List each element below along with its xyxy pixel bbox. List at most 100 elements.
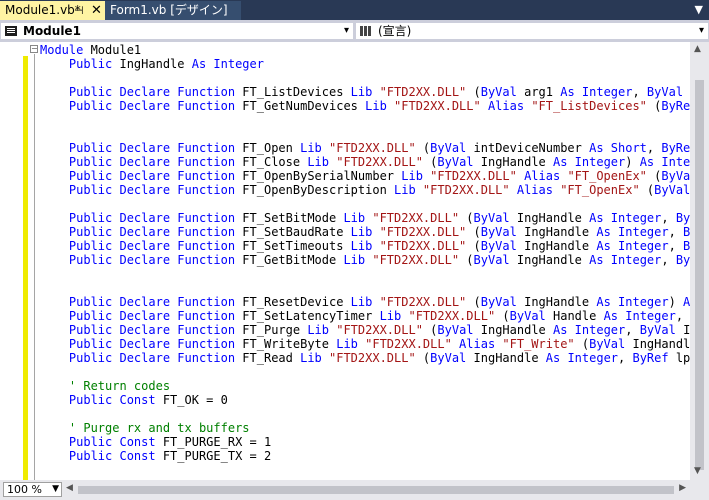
code-token: Alias bbox=[451, 337, 503, 351]
code-token: ByVal bbox=[437, 155, 481, 169]
horizontal-scroll-thumb[interactable] bbox=[78, 486, 674, 494]
scroll-right-icon[interactable]: ▶ bbox=[679, 483, 686, 493]
code-line[interactable]: ' Purge rx and tx buffers bbox=[40, 421, 250, 435]
code-token: lpszB bbox=[675, 351, 690, 365]
code-line[interactable]: Public Declare Function FT_SetBaudRate L… bbox=[40, 225, 690, 239]
code-token: ( bbox=[574, 337, 590, 351]
code-token: ByVal bbox=[675, 211, 690, 225]
code-editor[interactable]: − Module Module1 Public IngHandle As Int… bbox=[0, 42, 690, 480]
code-token: "FT_Write" bbox=[502, 337, 575, 351]
code-line[interactable]: Module Module1 bbox=[40, 43, 141, 57]
code-token: FT_Read bbox=[242, 351, 301, 365]
code-token: Alias bbox=[509, 183, 561, 197]
pin-icon[interactable]: ⊣ bbox=[74, 1, 84, 20]
code-token: ) bbox=[668, 295, 684, 309]
code-token: ByVal bbox=[509, 309, 553, 323]
code-token: "FTD2XX.DLL" bbox=[408, 309, 496, 323]
code-token: Module1 bbox=[90, 43, 142, 57]
code-line[interactable]: Public Declare Function FT_GetNumDevices… bbox=[40, 99, 690, 113]
code-line[interactable]: Public Declare Function FT_Purge Lib "FT… bbox=[40, 323, 690, 337]
code-token: FT_Close bbox=[242, 155, 308, 169]
code-token: "FTD2XX.DLL" bbox=[379, 239, 467, 253]
code-token: FT_Purge bbox=[242, 323, 308, 337]
code-token: ( bbox=[495, 309, 510, 323]
code-token: Lib bbox=[379, 309, 409, 323]
code-token: ( bbox=[646, 99, 662, 113]
code-token: Public Declare Function bbox=[40, 225, 243, 239]
tab-overflow-icon[interactable]: ▼ bbox=[695, 3, 703, 16]
code-token: ByVal bbox=[654, 183, 690, 197]
code-token: FT_ResetDevice bbox=[242, 295, 351, 309]
tab-module1[interactable]: Module1.vb* ⊣ ✕ bbox=[0, 1, 105, 22]
code-token: "FTD2XX.DLL" bbox=[394, 99, 481, 113]
code-line[interactable]: Public Declare Function FT_SetLatencyTim… bbox=[40, 309, 690, 323]
code-token: "FTD2XX.DLL" bbox=[336, 323, 423, 337]
code-token: ( bbox=[459, 211, 474, 225]
tab-module1-label: Module1.vb* bbox=[5, 3, 81, 17]
code-line[interactable]: Public IngHandle As Integer bbox=[40, 57, 264, 71]
code-token: ( bbox=[422, 323, 438, 337]
code-token: As Short bbox=[589, 141, 647, 155]
code-token: Lib bbox=[350, 85, 380, 99]
code-line[interactable]: Public Declare Function FT_OpenByDescrip… bbox=[40, 183, 690, 197]
code-token: , bbox=[632, 85, 647, 99]
horizontal-scrollbar[interactable]: ◀ ▶ bbox=[66, 482, 686, 498]
code-token: , bbox=[668, 239, 684, 253]
code-token: Public Declare Function bbox=[40, 183, 243, 197]
code-line[interactable]: Public Declare Function FT_GetBitMode Li… bbox=[40, 253, 690, 267]
code-line[interactable]: Public Const FT_OK = 0 bbox=[40, 393, 228, 407]
chevron-down-icon: ▾ bbox=[698, 25, 704, 36]
code-token: Public Const bbox=[40, 393, 163, 407]
code-token: FT_PURGE_TX = 2 bbox=[162, 449, 272, 463]
scroll-down-icon[interactable]: ▼ bbox=[694, 466, 701, 476]
close-icon[interactable]: ✕ bbox=[91, 1, 102, 20]
code-token: "FTD2XX.DLL" bbox=[365, 337, 452, 351]
code-token: IngHandle A bbox=[632, 337, 690, 351]
member-dropdown[interactable]: (宣言) ▾ bbox=[355, 22, 709, 40]
code-line[interactable]: Public Declare Function FT_SetBitMode Li… bbox=[40, 211, 690, 225]
vertical-scrollbar[interactable]: ▲ ▼ bbox=[690, 42, 709, 480]
code-token: Lib bbox=[307, 323, 337, 337]
code-token: Public Declare Function bbox=[40, 155, 243, 169]
code-line[interactable]: Public Declare Function FT_ResetDevice L… bbox=[40, 295, 690, 309]
member-dropdown-value: (宣言) bbox=[378, 24, 412, 38]
scroll-up-icon[interactable]: ▲ bbox=[694, 44, 701, 54]
code-line[interactable]: Public Declare Function FT_Open Lib "FTD… bbox=[40, 141, 690, 155]
code-token: ByRef bbox=[675, 253, 690, 267]
collapse-icon[interactable]: − bbox=[30, 45, 38, 53]
code-area[interactable]: Module Module1 Public IngHandle As Integ… bbox=[40, 42, 690, 480]
code-token: Public Declare Function bbox=[40, 99, 243, 113]
code-token: , bbox=[646, 141, 662, 155]
code-token: "FT_OpenEx" bbox=[567, 169, 647, 183]
code-line[interactable]: ' Return codes bbox=[40, 379, 170, 393]
code-line[interactable]: Public Declare Function FT_OpenBySerialN… bbox=[40, 169, 690, 183]
code-line[interactable]: Public Const FT_PURGE_RX = 1 bbox=[40, 435, 271, 449]
scroll-left-icon[interactable]: ◀ bbox=[66, 483, 73, 493]
code-line[interactable]: Public Declare Function FT_WriteByte Lib… bbox=[40, 337, 690, 351]
code-line[interactable]: Public Declare Function FT_ListDevices L… bbox=[40, 85, 690, 99]
code-token: As Integer bbox=[191, 57, 264, 71]
code-token: Public Declare Function bbox=[40, 239, 243, 253]
code-token: Public Declare Function bbox=[40, 85, 243, 99]
code-token: Lib bbox=[343, 253, 373, 267]
code-line[interactable]: Public Const FT_PURGE_TX = 2 bbox=[40, 449, 271, 463]
code-token: ByVal bbox=[430, 141, 474, 155]
tab-form1-designer[interactable]: Form1.vb [デザイン] bbox=[105, 1, 241, 20]
declarations-icon bbox=[360, 26, 371, 36]
code-token: FT_OK = 0 bbox=[162, 393, 228, 407]
chevron-down-icon: ▾ bbox=[343, 25, 349, 36]
vertical-scroll-thumb[interactable] bbox=[695, 80, 704, 470]
code-token: , bbox=[618, 351, 633, 365]
code-token: Public Declare Function bbox=[40, 253, 243, 267]
code-line[interactable]: Public Declare Function FT_SetTimeouts L… bbox=[40, 239, 690, 253]
change-tracking-bar bbox=[23, 56, 28, 480]
code-token: ByVal bbox=[661, 169, 690, 183]
code-token: FT_OpenBySerialNumber bbox=[242, 169, 402, 183]
code-line[interactable]: Public Declare Function FT_Read Lib "FTD… bbox=[40, 351, 690, 365]
type-dropdown[interactable]: Module1 ▾ bbox=[0, 22, 354, 40]
code-line[interactable]: Public Declare Function FT_Close Lib "FT… bbox=[40, 155, 690, 169]
type-dropdown-value: Module1 bbox=[23, 24, 81, 38]
code-token: Lib bbox=[343, 211, 373, 225]
zoom-dropdown[interactable]: 100 % ▼ bbox=[3, 482, 62, 497]
code-token: Public Declare Function bbox=[40, 323, 243, 337]
